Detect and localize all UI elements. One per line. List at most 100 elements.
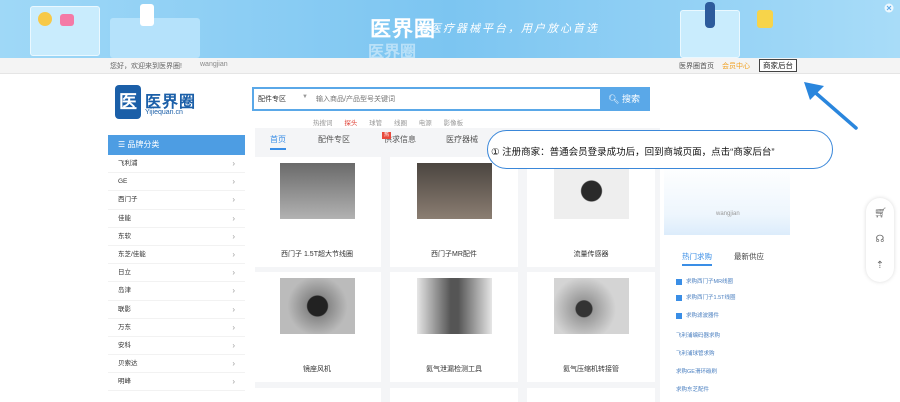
product-image (280, 278, 355, 334)
banner-decoration-card (757, 10, 773, 28)
merchant-backend-button[interactable]: 商家后台 (759, 59, 797, 72)
category-label: 佳能 (118, 214, 131, 222)
search-button[interactable]: 🔍︎ 搜索 (600, 89, 648, 109)
category-item[interactable]: 东芝/佳能 › (108, 246, 245, 265)
category-item[interactable]: 日立 › (108, 264, 245, 283)
menu-icon: ☰ (118, 140, 128, 149)
tab-home[interactable]: 首页 (270, 134, 286, 150)
page-bottom-strip (120, 395, 780, 402)
category-label: 东芝/佳能 (118, 250, 146, 258)
hotword[interactable]: 球管 (369, 120, 382, 127)
top-banner[interactable]: 医界圈 医疗器械平台，用户放心首选 医界圈 (0, 0, 900, 58)
tab-hot-purchase[interactable]: 热门求购 (682, 251, 712, 266)
category-label: 明峰 (118, 378, 131, 386)
category-label: GE (118, 178, 128, 186)
hotword[interactable]: 影像板 (444, 120, 464, 127)
user-panel: wangjian 热门求购 最新供应 求购西门子MR线圈 求购西门子1.5T线圈… (664, 165, 790, 402)
hotword[interactable]: 电源 (419, 120, 432, 127)
product-name: 镜座风机 (303, 366, 331, 373)
banner-decoration-tablet (140, 4, 154, 26)
chevron-right-icon: › (232, 159, 235, 168)
category-item[interactable]: 岛津 › (108, 282, 245, 301)
category-item[interactable]: 东软 › (108, 228, 245, 246)
list-item-label: 求购西门子1.5T线圈 (686, 295, 736, 301)
chevron-right-icon: › (232, 268, 235, 278)
category-label: 西门子 (118, 196, 138, 204)
category-item[interactable]: 贝索达 › (108, 355, 245, 374)
category-label: 联影 (118, 305, 131, 313)
category-item[interactable]: 明峰 › (108, 373, 245, 392)
tab-parts[interactable]: 配件专区 (318, 134, 350, 145)
hotword[interactable]: 线圈 (394, 120, 407, 127)
tab-latest-supply[interactable]: 最新供应 (734, 251, 764, 262)
list-item[interactable]: 求购西门子MR线圈 (676, 277, 733, 285)
back-to-top-icon[interactable]: ⇡ (874, 260, 886, 272)
site-domain: Yijiequan.cn (145, 109, 183, 116)
tab-medical-devices[interactable]: 医疗器械 (446, 134, 478, 145)
search-input[interactable] (316, 91, 596, 107)
home-link[interactable]: 医界圈首页 (679, 61, 714, 71)
instruction-text: ① 注册商家：普通会员登录成功后，回到商城页面，点击“商家后台” (491, 147, 775, 158)
category-list: 飞利浦 › GE › 西门子 › 佳能 › 东软 › 东芝/佳能 › 日立 › 岛津 › 联影 ›… (108, 155, 245, 392)
category-item[interactable]: 佳能 › (108, 210, 245, 228)
instruction-callout: ① 注册商家：普通会员登录成功后，回到商城页面，点击“商家后台” (487, 130, 833, 169)
search-bar: 配件专区 ▼ 🔍︎ 搜索 (252, 87, 650, 111)
list-item[interactable]: 求购GE滑环碳刷 (676, 367, 717, 375)
customer-service-icon[interactable]: ☊ (874, 234, 886, 246)
product-card[interactable]: 氦气泄漏检测工具 (390, 272, 518, 382)
checkbox-icon (676, 294, 682, 301)
category-item[interactable]: GE › (108, 173, 245, 192)
pointer-arrow-icon (804, 82, 858, 130)
product-name: 西门子MR配件 (431, 251, 477, 258)
banner-decoration-person (705, 2, 715, 28)
product-name: 氦气泄漏检测工具 (426, 366, 482, 373)
search-button-label: 搜索 (621, 94, 640, 104)
list-item[interactable]: 求购西门子1.5T线圈 (676, 293, 736, 301)
list-item-label: 求购东芝配件 (676, 387, 710, 393)
category-item[interactable]: 万东 › (108, 319, 245, 337)
category-item[interactable]: 西门子 › (108, 191, 245, 210)
product-card[interactable]: 流量传感器 (527, 157, 655, 267)
chevron-right-icon: › (232, 340, 235, 350)
chevron-down-icon[interactable]: ▼ (302, 94, 308, 100)
category-item[interactable]: 安科 › (108, 337, 245, 356)
hot-search-words: 热搜词 探头 球管 线圈 电源 影像板 (313, 117, 473, 127)
category-item[interactable]: 联影 › (108, 301, 245, 319)
search-category-select[interactable]: 配件专区 (258, 94, 286, 104)
list-item-label: 求购滤波器件 (686, 313, 720, 319)
close-banner-icon[interactable] (884, 3, 894, 13)
category-label: 飞利浦 (118, 160, 138, 167)
list-item-label: 求购西门子MR线圈 (686, 279, 734, 285)
chevron-right-icon: › (232, 359, 235, 369)
chevron-right-icon: › (232, 231, 235, 241)
chevron-right-icon: › (232, 304, 235, 314)
product-card[interactable]: 氦气压缩机转接管 (527, 272, 655, 382)
list-item[interactable]: 求购滤波器件 (676, 311, 719, 319)
chevron-right-icon: › (232, 213, 235, 223)
list-item[interactable]: 飞利浦编码器求购 (676, 331, 720, 339)
list-item[interactable]: 飞利浦球管求购 (676, 349, 715, 357)
list-item[interactable]: 求购东芝配件 (676, 385, 709, 393)
category-item[interactable]: 飞利浦 › (108, 155, 245, 174)
member-center-link[interactable]: 会员中心 (722, 61, 750, 71)
floating-toolbar: 🛒︎ ☊ ⇡ (866, 198, 894, 282)
panel-username: wangjian (716, 211, 740, 217)
product-card[interactable]: 镜座风机 (253, 272, 381, 382)
hotword[interactable]: 探头 (344, 120, 357, 127)
banner-decoration-coin (38, 12, 52, 26)
category-menu-header[interactable]: ☰ 品牌分类 (108, 135, 245, 155)
username-link[interactable]: wangjian (200, 61, 228, 68)
banner-slogan: 医疗器械平台，用户放心首选 (430, 23, 599, 35)
banner-decoration-platform (110, 18, 200, 58)
site-logo-icon[interactable]: 医 (115, 85, 141, 119)
product-card[interactable]: 西门子 1.5T超大节线圈 (253, 157, 381, 267)
category-label: 岛津 (118, 287, 131, 295)
page: 医界圈 医疗器械平台，用户放心首选 医界圈 您好，欢迎来到医界圈! wangji… (0, 0, 900, 402)
chevron-right-icon: › (232, 195, 235, 205)
checkbox-icon (676, 312, 682, 319)
list-item-label: 求购GE滑环碳刷 (676, 369, 717, 375)
cart-icon[interactable]: 🛒︎ (874, 208, 887, 220)
product-card[interactable]: 西门子MR配件 (390, 157, 518, 267)
list-item-label: 飞利浦球管求购 (676, 351, 715, 357)
product-image (417, 163, 492, 219)
